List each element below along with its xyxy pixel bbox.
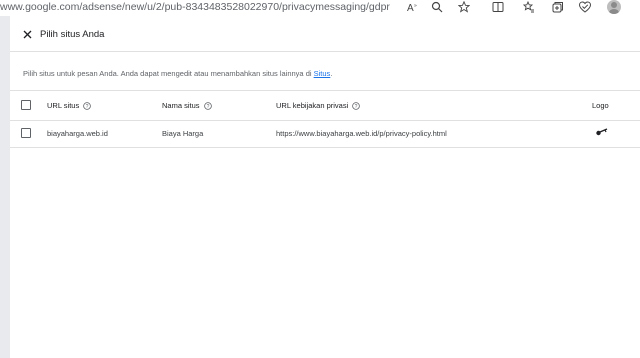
svg-text:»: »: [414, 3, 417, 9]
dialog-title: Pilih situs Anda: [40, 29, 105, 40]
browser-toolbar: www.google.com/adsense/new/u/2/pub-83434…: [0, 0, 640, 16]
column-header-label: URL situs: [47, 101, 80, 110]
divider: [10, 147, 640, 148]
select-all-checkbox[interactable]: [21, 100, 31, 110]
column-header-label: URL kebijakan privasi: [276, 101, 349, 110]
column-header-logo: Logo: [592, 101, 609, 110]
description-suffix: .: [330, 69, 333, 78]
description-text: Pilih situs untuk pesan Anda. Anda dapat…: [23, 69, 314, 78]
profile-avatar-icon[interactable]: [607, 0, 621, 14]
column-header-site-url: URL situs ?: [47, 101, 92, 110]
browser-essentials-icon[interactable]: [578, 0, 592, 14]
svg-text:?: ?: [206, 104, 209, 110]
help-icon[interactable]: ?: [352, 101, 361, 110]
row-checkbox[interactable]: [21, 128, 31, 138]
help-icon[interactable]: ?: [83, 101, 92, 110]
column-header-site-name: Nama situs ?: [162, 101, 212, 110]
svg-text:?: ?: [355, 104, 358, 110]
zoom-icon[interactable]: [430, 0, 444, 14]
dialog-header: Pilih situs Anda: [10, 16, 640, 52]
collections-icon[interactable]: [551, 0, 565, 14]
divider: [10, 90, 640, 91]
sites-link[interactable]: Situs: [314, 69, 331, 78]
help-icon[interactable]: ?: [203, 101, 212, 110]
column-header-privacy-url: URL kebijakan privasi ?: [276, 101, 361, 110]
column-header-label: Nama situs: [162, 101, 200, 110]
address-bar-url[interactable]: www.google.com/adsense/new/u/2/pub-83434…: [0, 1, 390, 13]
favorites-icon[interactable]: [522, 0, 536, 14]
divider: [10, 120, 640, 121]
key-icon[interactable]: [595, 127, 609, 137]
page-background-strip: [0, 16, 10, 358]
cell-site-url: biayaharga.web.id: [47, 129, 108, 138]
close-icon[interactable]: [22, 28, 34, 40]
cell-site-name: Biaya Harga: [162, 129, 204, 138]
cell-privacy-url: https://www.biayaharga.web.id/p/privacy-…: [276, 129, 447, 138]
read-aloud-icon[interactable]: A»: [406, 0, 420, 14]
split-screen-icon[interactable]: [491, 0, 505, 14]
column-header-label: Logo: [592, 101, 609, 110]
svg-text:?: ?: [86, 104, 89, 110]
svg-text:A: A: [407, 3, 414, 13]
favorite-star-icon[interactable]: [457, 0, 471, 14]
dialog-description: Pilih situs untuk pesan Anda. Anda dapat…: [23, 69, 332, 78]
